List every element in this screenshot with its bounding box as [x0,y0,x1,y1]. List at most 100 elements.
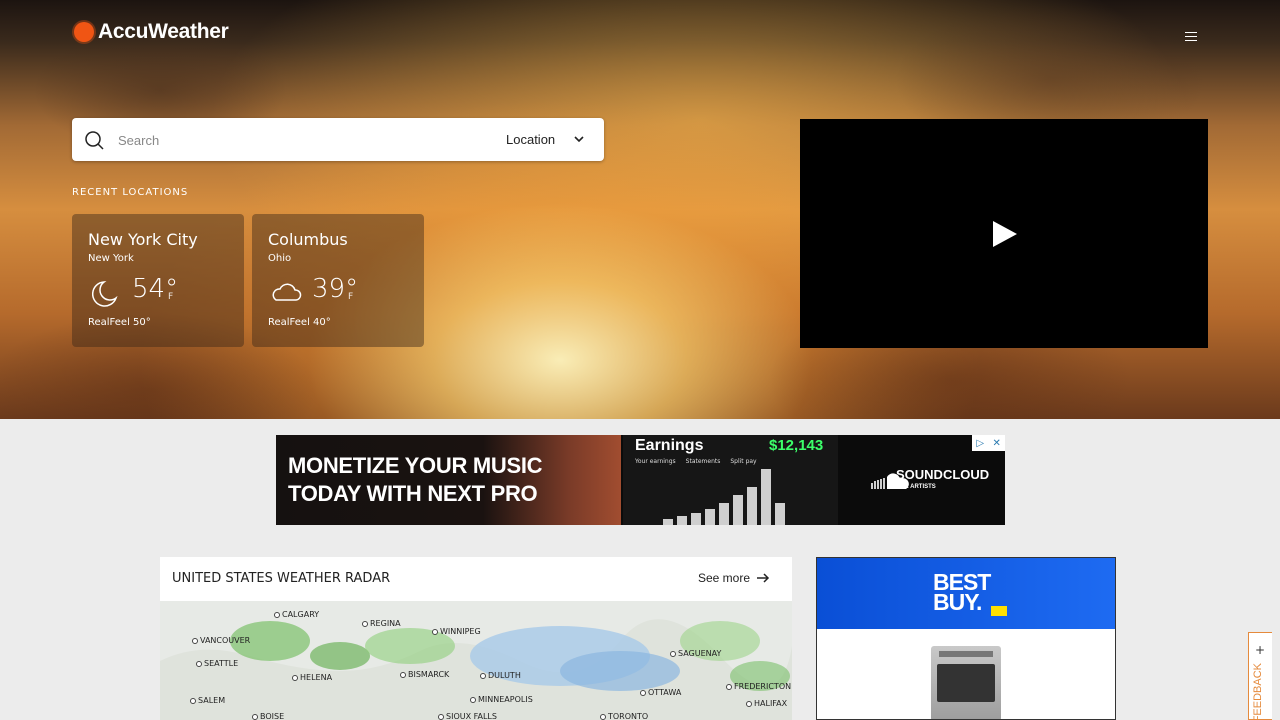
bestbuy-logo[interactable]: BEST BUY. [933,571,991,614]
ad-headline-line2[interactable]: TODAY WITH NEXT PRO [288,481,538,507]
accuweather-logo[interactable]: AccuWeather [74,20,238,44]
ad-bar [691,513,701,525]
hamburger-menu-button[interactable] [1153,0,1228,73]
map-city-label[interactable]: VANCOUVER [192,636,250,645]
map-city-label[interactable]: OTTAWA [640,688,681,697]
range-oven-window [937,664,995,702]
side-ad[interactable]: BEST BUY. [816,557,1116,720]
map-city-name: SEATTLE [204,659,239,668]
ad-earnings-panel: Earnings $12,143 Your earnings Statement… [623,435,838,525]
ad-left-panel: MONETIZE YOUR MUSIC TODAY WITH NEXT PRO [276,435,621,525]
ad-tab: Statements [685,458,721,465]
ad-bar [761,469,771,525]
ad-earnings-amount[interactable]: $12,143 [769,437,823,454]
map-city-name: SALEM [198,696,226,705]
city-dot-icon [432,628,438,635]
map-city-label[interactable]: HALIFAX [746,699,787,708]
map-city-label[interactable]: SEATTLE [196,659,238,668]
map-city-label[interactable]: SALEM [190,696,225,705]
adchoices-icon[interactable]: ▷ [972,435,989,451]
cloud-icon [272,283,302,301]
card-unit: F [348,292,354,302]
map-city-name: DULUTH [488,671,521,680]
close-icon[interactable]: ✕ [989,435,1006,451]
search-input[interactable] [118,130,418,150]
ad-brand-name: SOUNDCLOUD [896,467,990,482]
card-realfeel: RealFeel 50° [88,317,151,328]
card-region: New York [88,253,134,264]
card-realfeel: RealFeel 40° [268,317,331,328]
range-product-image[interactable] [931,646,1001,719]
play-icon[interactable] [993,221,1017,247]
map-city-label[interactable]: BOISE [252,712,284,720]
map-city-name: BISMARCK [408,670,450,679]
search-bar: Location [72,118,604,161]
ad-earnings-title[interactable]: Earnings [635,437,703,455]
ad-bar [663,519,673,525]
moon-icon [91,281,118,307]
hamburger-icon [1184,32,1197,41]
city-dot-icon [400,671,406,678]
map-city-label[interactable]: DULUTH [480,671,521,680]
map-city-label[interactable]: FREDERICTON [726,682,791,691]
hero-background: AccuWeather Location RECENT LOCATIONS Ne… [0,0,1280,419]
map-city-name: SAGUENAY [678,649,722,658]
card-region: Ohio [268,253,292,264]
recent-location-card-new-york[interactable]: New York City New York 54° F RealFeel 50… [72,214,244,347]
sun-logo-icon [74,22,94,42]
city-dot-icon [362,620,368,627]
map-city-name: HALIFAX [754,699,788,708]
city-dot-icon [600,713,606,720]
map-city-name: TORONTO [608,712,649,720]
feedback-tab[interactable]: + FEEDBACK [1248,632,1272,720]
map-city-label[interactable]: TORONTO [600,712,648,720]
ad-headline-line1[interactable]: MONETIZE YOUR MUSIC [288,453,543,479]
recent-location-card-columbus[interactable]: Columbus Ohio 39° F RealFeel 40° [252,214,424,347]
ad-bar [733,495,743,525]
map-city-name: VANCOUVER [200,636,251,645]
range-knobs [939,651,993,657]
card-city[interactable]: Columbus [268,230,348,249]
location-button[interactable]: Location [506,132,555,147]
city-dot-icon [196,660,202,667]
ad-bar [747,487,757,525]
ad-bar [719,503,729,525]
map-city-name: SIOUX FALLS [446,712,497,720]
ad-brand-sub: FOR ARTISTS [896,484,936,490]
ad-tab: Split pay [730,458,757,465]
city-dot-icon [274,611,280,618]
map-city-label[interactable]: CALGARY [274,610,319,619]
search-icon[interactable] [84,130,104,150]
arrow-right-icon [757,573,770,583]
ad-bar-graphic [663,469,785,525]
map-city-label[interactable]: SAGUENAY [670,649,721,658]
see-more-link[interactable]: See more [698,571,770,585]
city-dot-icon [746,700,752,707]
map-city-label[interactable]: BISMARCK [400,670,449,679]
ad-earnings-tabs: Your earnings Statements Split pay [635,458,757,465]
ad-tab: Your earnings [635,458,676,465]
ad-brand[interactable]: SOUNDCLOUD FOR ARTISTS [896,468,989,494]
map-city-name: MINNEAPOLIS [478,695,533,704]
city-dot-icon [190,697,196,704]
ad-banner[interactable]: MONETIZE YOUR MUSIC TODAY WITH NEXT PRO … [276,435,1005,525]
video-player[interactable] [800,119,1208,348]
radar-map[interactable]: CALGARY REGINA WINNIPEG VANCOUVER SEATTL… [160,601,792,720]
radar-title[interactable]: UNITED STATES WEATHER RADAR [172,571,390,586]
card-city[interactable]: New York City [88,230,198,249]
plus-icon: + [1255,643,1266,657]
bestbuy-tag-icon [991,606,1007,616]
recent-locations-heading: RECENT LOCATIONS [72,187,189,198]
side-ad-banner: BEST BUY. [817,558,1115,629]
map-city-label[interactable]: WINNIPEG [432,627,481,636]
map-city-label[interactable]: REGINA [362,619,401,628]
map-city-label[interactable]: HELENA [292,673,332,682]
city-dot-icon [252,713,258,720]
ad-bar [705,509,715,525]
map-city-name: HELENA [300,673,333,682]
map-city-label[interactable]: MINNEAPOLIS [470,695,533,704]
map-city-label[interactable]: SIOUX FALLS [438,712,497,720]
map-city-name: WINNIPEG [440,627,481,636]
chevron-down-icon[interactable] [574,134,584,144]
city-dot-icon [470,696,476,703]
